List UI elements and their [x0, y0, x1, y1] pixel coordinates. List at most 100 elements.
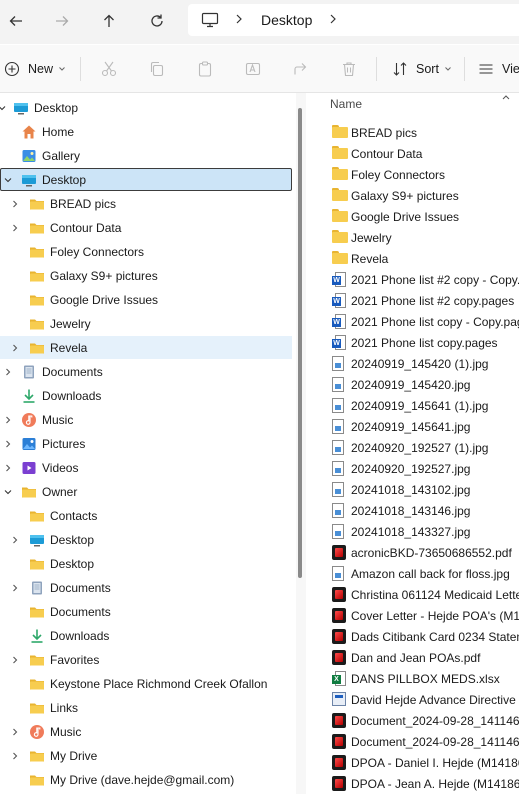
- forward-button[interactable]: [48, 8, 76, 34]
- file-row[interactable]: 20240920_192527.jpg: [306, 458, 519, 479]
- nav-item-documents[interactable]: Documents: [0, 600, 296, 624]
- folder-row[interactable]: Foley Connectors: [306, 164, 519, 185]
- nav-item-galaxy-s9-pictures[interactable]: Galaxy S9+ pictures: [0, 264, 296, 288]
- new-button[interactable]: New: [4, 58, 67, 80]
- file-row[interactable]: 20241018_143327.jpg: [306, 521, 519, 542]
- up-button[interactable]: [95, 8, 123, 34]
- navigation-scrollbar-thumb[interactable]: [298, 108, 302, 578]
- chevron-down-icon[interactable]: [0, 103, 7, 113]
- nav-item-desktop[interactable]: Desktop: [0, 528, 296, 552]
- folder-row[interactable]: Jewelry: [306, 227, 519, 248]
- folder-row[interactable]: Contour Data: [306, 143, 519, 164]
- file-row[interactable]: 20240919_145641 (1).jpg: [306, 395, 519, 416]
- file-row[interactable]: W 2021 Phone list #2 copy.pages: [306, 290, 519, 311]
- file-row[interactable]: W 2021 Phone list copy - Copy.pages: [306, 311, 519, 332]
- nav-item-home[interactable]: Home: [0, 120, 296, 144]
- breadcrumb-desktop[interactable]: Desktop: [261, 12, 312, 28]
- pdf-file-icon: [332, 776, 347, 791]
- file-row[interactable]: Dads Citibank Card 0234 Statement: [306, 626, 519, 647]
- chevron-right-icon[interactable]: [10, 223, 20, 233]
- nav-item-my-drive[interactable]: My Drive: [0, 744, 296, 768]
- file-row[interactable]: DPOA - Daniel I. Hejde (M14186: [306, 752, 519, 773]
- file-row[interactable]: 20240919_145641.jpg: [306, 416, 519, 437]
- nav-item-desktop[interactable]: Desktop: [0, 96, 296, 120]
- nav-item-bread-pics[interactable]: BREAD pics: [0, 192, 296, 216]
- rename-button[interactable]: [244, 58, 262, 80]
- folder-row[interactable]: BREAD pics: [306, 122, 519, 143]
- file-row[interactable]: Document_2024-09-28_141146 (: [306, 710, 519, 731]
- word-document-icon: W: [332, 293, 347, 308]
- chevron-down-icon[interactable]: [3, 175, 13, 185]
- nav-item-downloads[interactable]: Downloads: [0, 384, 296, 408]
- nav-item-videos[interactable]: Videos: [0, 456, 296, 480]
- address-bar[interactable]: Desktop: [188, 4, 519, 36]
- file-name: DPOA - Daniel I. Hejde (M14186: [351, 756, 519, 770]
- nav-item-label: Contacts: [50, 509, 98, 523]
- refresh-button[interactable]: [143, 8, 171, 34]
- nav-item-desktop[interactable]: Desktop: [0, 168, 296, 192]
- pdf-file-icon: [332, 755, 347, 770]
- chevron-down-icon[interactable]: [3, 487, 13, 497]
- chevron-right-icon[interactable]: [10, 655, 20, 665]
- nav-item-google-drive-issues[interactable]: Google Drive Issues: [0, 288, 296, 312]
- cut-button[interactable]: [100, 58, 118, 80]
- view-button[interactable]: View: [478, 58, 519, 80]
- nav-item-keystone-place-richmond-creek-ofallon[interactable]: Keystone Place Richmond Creek Ofallon: [0, 672, 296, 696]
- file-row[interactable]: W 2021 Phone list copy.pages: [306, 332, 519, 353]
- nav-item-revela[interactable]: Revela: [0, 336, 296, 360]
- chevron-right-icon[interactable]: [3, 463, 13, 473]
- chevron-right-icon[interactable]: [10, 343, 20, 353]
- nav-item-music[interactable]: Music: [0, 720, 296, 744]
- chevron-right-icon[interactable]: [10, 535, 20, 545]
- column-header-name[interactable]: Name: [330, 97, 362, 111]
- chevron-right-icon[interactable]: [10, 583, 20, 593]
- chevron-right-icon[interactable]: [10, 751, 20, 761]
- nav-item-links[interactable]: Links: [0, 696, 296, 720]
- nav-item-jewelry[interactable]: Jewelry: [0, 312, 296, 336]
- nav-item-downloads[interactable]: Downloads: [0, 624, 296, 648]
- file-row[interactable]: 20240920_192527 (1).jpg: [306, 437, 519, 458]
- nav-item-documents[interactable]: Documents: [0, 576, 296, 600]
- file-row[interactable]: Document_2024-09-28_141146.p: [306, 731, 519, 752]
- file-row[interactable]: Amazon call back for floss.jpg: [306, 563, 519, 584]
- file-row[interactable]: Dan and Jean POAs.pdf: [306, 647, 519, 668]
- folder-row[interactable]: Google Drive Issues: [306, 206, 519, 227]
- file-row[interactable]: Christina 061124 Medicaid Letter: [306, 584, 519, 605]
- nav-item-foley-connectors[interactable]: Foley Connectors: [0, 240, 296, 264]
- file-row[interactable]: David Hejde Advance Directive L: [306, 689, 519, 710]
- nav-item-music[interactable]: Music: [0, 408, 296, 432]
- file-row[interactable]: acronicBKD-73650686552.pdf: [306, 542, 519, 563]
- nav-item-documents[interactable]: Documents: [0, 360, 296, 384]
- nav-item-my-drive-dave-hejde-gmail-com[interactable]: My Drive (dave.hejde@gmail.com): [0, 768, 296, 792]
- chevron-right-icon[interactable]: [3, 367, 13, 377]
- file-row[interactable]: 20240919_145420 (1).jpg: [306, 353, 519, 374]
- chevron-right-icon[interactable]: [328, 13, 338, 28]
- nav-item-owner[interactable]: Owner: [0, 480, 296, 504]
- file-row[interactable]: DPOA - Jean A. Hejde (M141860: [306, 773, 519, 794]
- file-row[interactable]: Cover Letter - Hejde POA's (M14: [306, 605, 519, 626]
- nav-item-contacts[interactable]: Contacts: [0, 504, 296, 528]
- paste-button[interactable]: [196, 58, 214, 80]
- folder-row[interactable]: Revela: [306, 248, 519, 269]
- chevron-right-icon[interactable]: [3, 439, 13, 449]
- sort-button[interactable]: Sort: [392, 58, 453, 80]
- file-row[interactable]: 20240919_145420.jpg: [306, 374, 519, 395]
- chevron-right-icon[interactable]: [10, 727, 20, 737]
- file-row[interactable]: W 2021 Phone list #2 copy - Copy.pages: [306, 269, 519, 290]
- folder-icon: [332, 251, 348, 266]
- nav-item-contour-data[interactable]: Contour Data: [0, 216, 296, 240]
- nav-item-desktop[interactable]: Desktop: [0, 552, 296, 576]
- delete-button[interactable]: [340, 58, 358, 80]
- chevron-right-icon[interactable]: [3, 415, 13, 425]
- copy-button[interactable]: [148, 58, 166, 80]
- file-row[interactable]: 20241018_143102.jpg: [306, 479, 519, 500]
- file-row[interactable]: 20241018_143146.jpg: [306, 500, 519, 521]
- file-row[interactable]: X DANS PILLBOX MEDS.xlsx: [306, 668, 519, 689]
- nav-item-gallery[interactable]: Gallery: [0, 144, 296, 168]
- folder-row[interactable]: Galaxy S9+ pictures: [306, 185, 519, 206]
- back-button[interactable]: [2, 8, 30, 34]
- share-button[interactable]: [292, 58, 310, 80]
- nav-item-pictures[interactable]: Pictures: [0, 432, 296, 456]
- chevron-right-icon[interactable]: [10, 199, 20, 209]
- nav-item-favorites[interactable]: Favorites: [0, 648, 296, 672]
